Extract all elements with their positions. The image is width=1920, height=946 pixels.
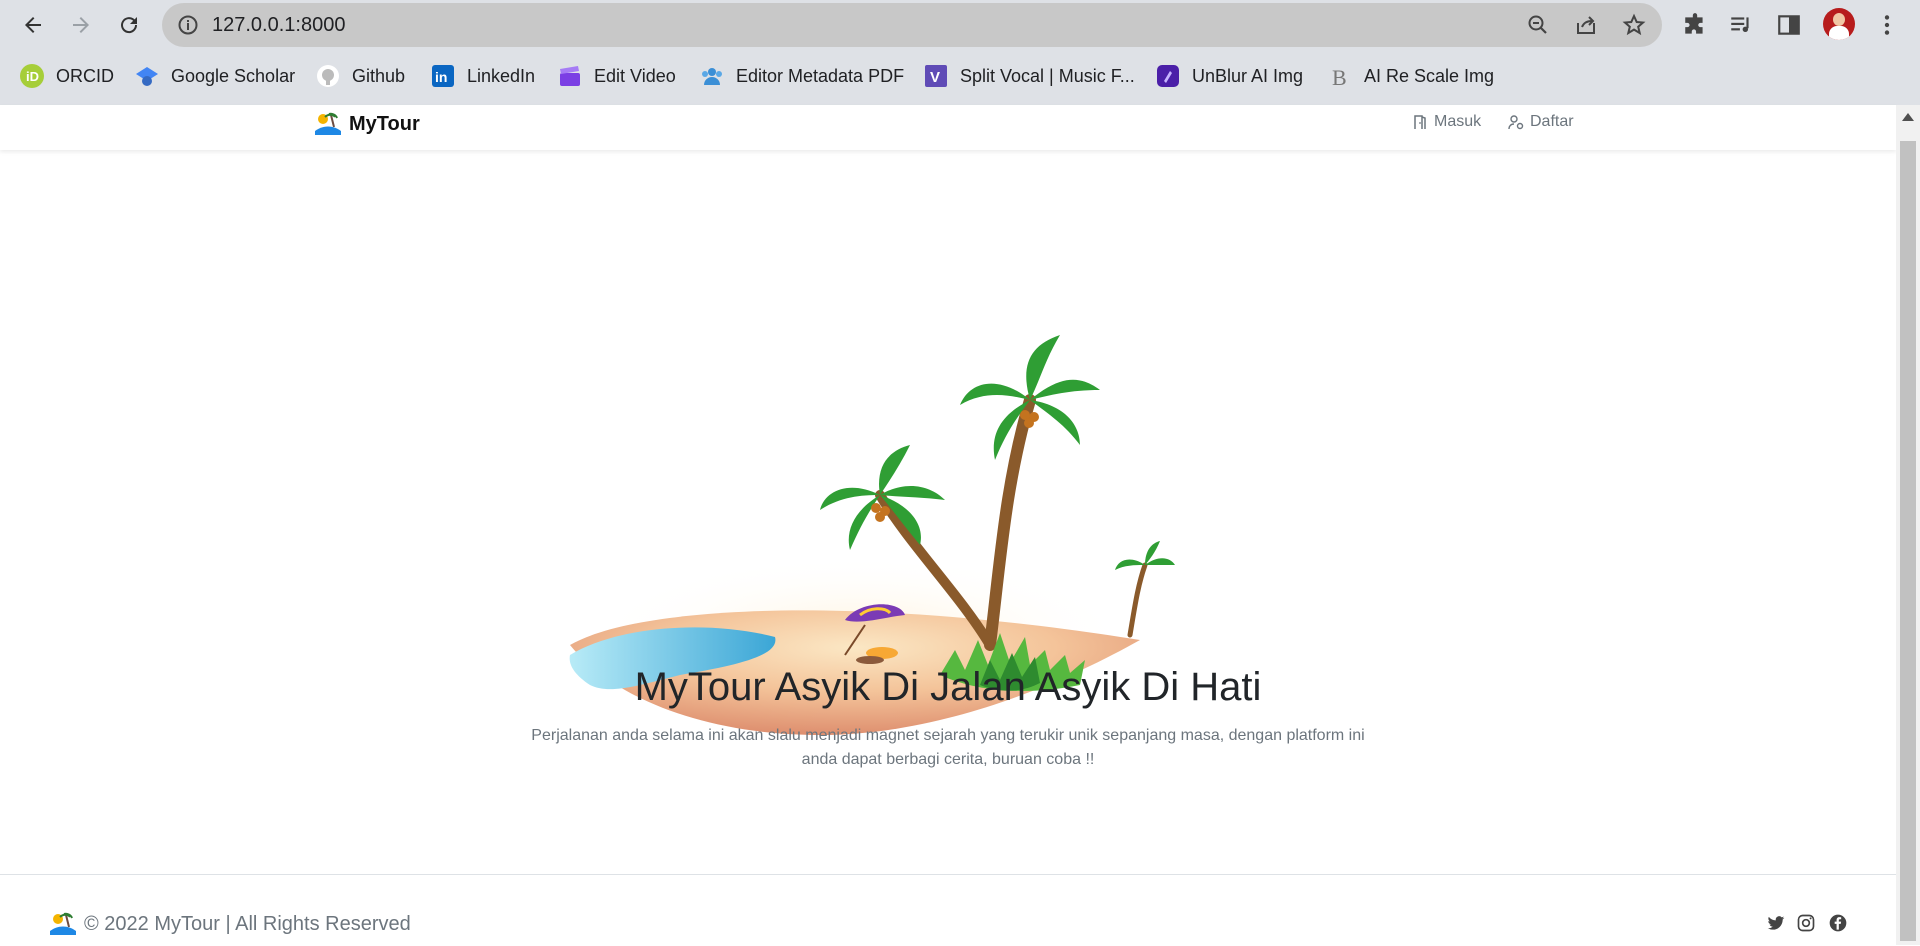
bookmark-unblur[interactable]: UnBlur AI Img	[1156, 62, 1303, 90]
profile-avatar[interactable]	[1823, 8, 1855, 40]
bookmark-label: Edit Video	[594, 65, 676, 86]
bookmark-label: Split Vocal | Music F...	[960, 65, 1135, 86]
hero-title: MyTour Asyik Di Jalan Asyik Di Hati	[634, 665, 1262, 709]
browser-toolbar: 127.0.0.1:8000	[0, 0, 1920, 50]
register-link[interactable]: Daftar	[1508, 113, 1574, 131]
svg-text:iD: iD	[26, 69, 39, 84]
back-button[interactable]	[14, 6, 52, 44]
bookmark-linkedin[interactable]: in LinkedIn	[431, 62, 535, 90]
scroll-up-arrow-icon[interactable]	[1902, 113, 1914, 121]
side-panel-icon[interactable]	[1776, 12, 1802, 38]
hero-subtitle: Perjalanan anda selama ini akan slalu me…	[531, 727, 1365, 768]
clapper-icon	[558, 64, 582, 88]
scholar-icon	[135, 64, 159, 88]
url-text[interactable]: 127.0.0.1:8000	[212, 14, 345, 37]
brand-text: MyTour	[349, 112, 420, 135]
address-bar[interactable]: 127.0.0.1:8000	[162, 3, 1662, 47]
reload-icon	[121, 17, 138, 34]
footer-logo-icon	[50, 912, 76, 935]
github-icon	[316, 64, 340, 88]
brand-logo-icon	[315, 112, 341, 135]
site-navbar: MyTour Masuk Daftar	[0, 105, 1896, 150]
orcid-icon: iD	[20, 64, 44, 88]
unblur-icon	[1156, 64, 1180, 88]
bookmark-orcid[interactable]: iD ORCID	[20, 62, 114, 90]
copyright-text: © 2022 MyTour | All Rights Reserved	[84, 912, 411, 935]
browser-chrome: 127.0.0.1:8000 iD ORCID Google Scholar G…	[0, 0, 1920, 105]
site-info-icon[interactable]	[176, 13, 200, 37]
twitter-icon[interactable]	[1766, 913, 1786, 933]
bookmark-label: AI Re Scale Img	[1364, 65, 1495, 86]
people-icon	[700, 64, 724, 88]
reload-button[interactable]	[110, 6, 148, 44]
bookmark-label: UnBlur AI Img	[1192, 65, 1304, 86]
bookmark-label: Editor Metadata PDF	[736, 65, 905, 86]
menu-dots-icon[interactable]	[1874, 12, 1900, 38]
back-arrow-icon	[25, 17, 41, 33]
login-label: Masuk	[1434, 113, 1482, 130]
bookmark-label: Github	[352, 65, 406, 86]
svg-text:B: B	[1332, 65, 1347, 88]
bookmark-edit-video[interactable]: Edit Video	[558, 62, 676, 90]
bookmark-google-scholar[interactable]: Google Scholar	[135, 62, 295, 90]
forward-arrow-icon	[73, 17, 89, 33]
b-icon: B	[1328, 64, 1352, 90]
scroll-thumb[interactable]	[1900, 141, 1916, 941]
register-label: Daftar	[1530, 113, 1574, 130]
brand-link[interactable]: MyTour	[313, 111, 420, 137]
site-footer: © 2022 MyTour | All Rights Reserved	[0, 874, 1896, 946]
bookmark-editor-metadata-pdf[interactable]: Editor Metadata PDF	[700, 62, 904, 90]
bookmark-ai-rescale[interactable]: B AI Re Scale Img	[1328, 62, 1494, 90]
instagram-icon[interactable]	[1796, 913, 1816, 933]
door-icon	[1414, 115, 1426, 129]
v-icon: V	[924, 64, 948, 88]
linkedin-icon: in	[431, 64, 455, 88]
person-gear-icon	[1508, 115, 1524, 130]
bookmarks-bar: iD ORCID Google Scholar Github in Linked…	[0, 56, 1920, 96]
bookmark-label: LinkedIn	[467, 65, 536, 86]
footer-copyright: © 2022 MyTour | All Rights Reserved	[48, 911, 411, 937]
page-scrollbar[interactable]	[1896, 105, 1920, 945]
forward-button[interactable]	[62, 6, 100, 44]
zoom-icon[interactable]	[1526, 13, 1550, 37]
bookmark-star-icon[interactable]	[1622, 13, 1646, 37]
bookmark-github[interactable]: Github	[316, 62, 405, 90]
share-icon[interactable]	[1574, 13, 1598, 37]
media-icon[interactable]	[1728, 12, 1754, 38]
facebook-icon[interactable]	[1828, 913, 1848, 933]
bookmark-split-vocal[interactable]: V Split Vocal | Music F...	[924, 62, 1135, 90]
page-content: MyTour Masuk Daftar MyTour Asyik Di Jala…	[0, 105, 1896, 946]
svg-text:in: in	[435, 69, 447, 85]
bookmark-label: ORCID	[56, 65, 114, 86]
svg-text:V: V	[930, 69, 940, 86]
extensions-icon[interactable]	[1682, 12, 1708, 38]
bookmark-label: Google Scholar	[171, 65, 296, 86]
login-link[interactable]: Masuk	[1412, 113, 1481, 131]
